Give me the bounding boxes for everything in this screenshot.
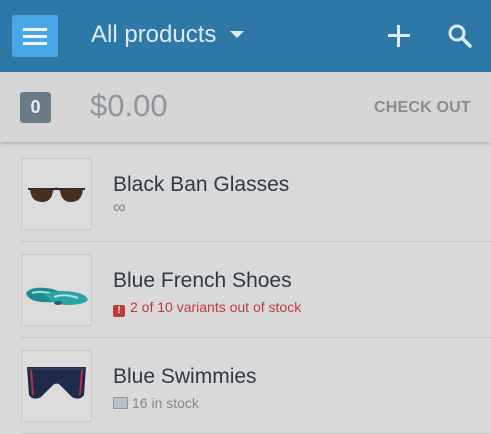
menu-button[interactable] [12, 15, 58, 57]
stock-status-text: 16 in stock [132, 395, 199, 411]
stock-status: 16 in stock [113, 395, 199, 411]
menu-icon [23, 28, 47, 31]
shoes-image [26, 287, 88, 305]
stock-status-text: 2 of 10 variants out of stock [130, 299, 302, 315]
product-name: Black Ban Glasses [113, 173, 290, 196]
product-thumbnail [21, 158, 92, 230]
product-thumbnail [21, 254, 92, 326]
product-list: Black Ban Glasses ∞ Blue French Shoes ! 2… [0, 146, 491, 434]
collection-title[interactable]: All products [91, 20, 216, 50]
product-row[interactable]: Blue French Shoes ! 2 of 10 variants out … [20, 242, 491, 338]
product-row[interactable]: Black Ban Glasses ∞ [20, 146, 491, 242]
product-name: Blue Swimmies [113, 365, 257, 388]
checkout-button[interactable]: CHECK OUT [374, 99, 471, 117]
chevron-down-icon[interactable] [230, 31, 244, 38]
cart-total: $0.00 [90, 88, 168, 123]
search-icon[interactable] [447, 23, 473, 49]
app-bar: All products [0, 0, 491, 72]
swimwear-image [27, 367, 86, 399]
plus-icon[interactable] [388, 25, 410, 47]
product-row[interactable]: Blue Swimmies 16 in stock [20, 338, 491, 434]
cart-count-badge[interactable]: 0 [20, 92, 51, 123]
warning-icon: ! [113, 305, 125, 317]
sunglasses-image [28, 187, 85, 202]
product-name: Blue French Shoes [113, 269, 292, 292]
stock-warning: ! 2 of 10 variants out of stock [113, 299, 301, 317]
infinity-icon: ∞ [113, 197, 126, 217]
stock-icon [113, 397, 128, 409]
product-thumbnail [21, 350, 92, 422]
